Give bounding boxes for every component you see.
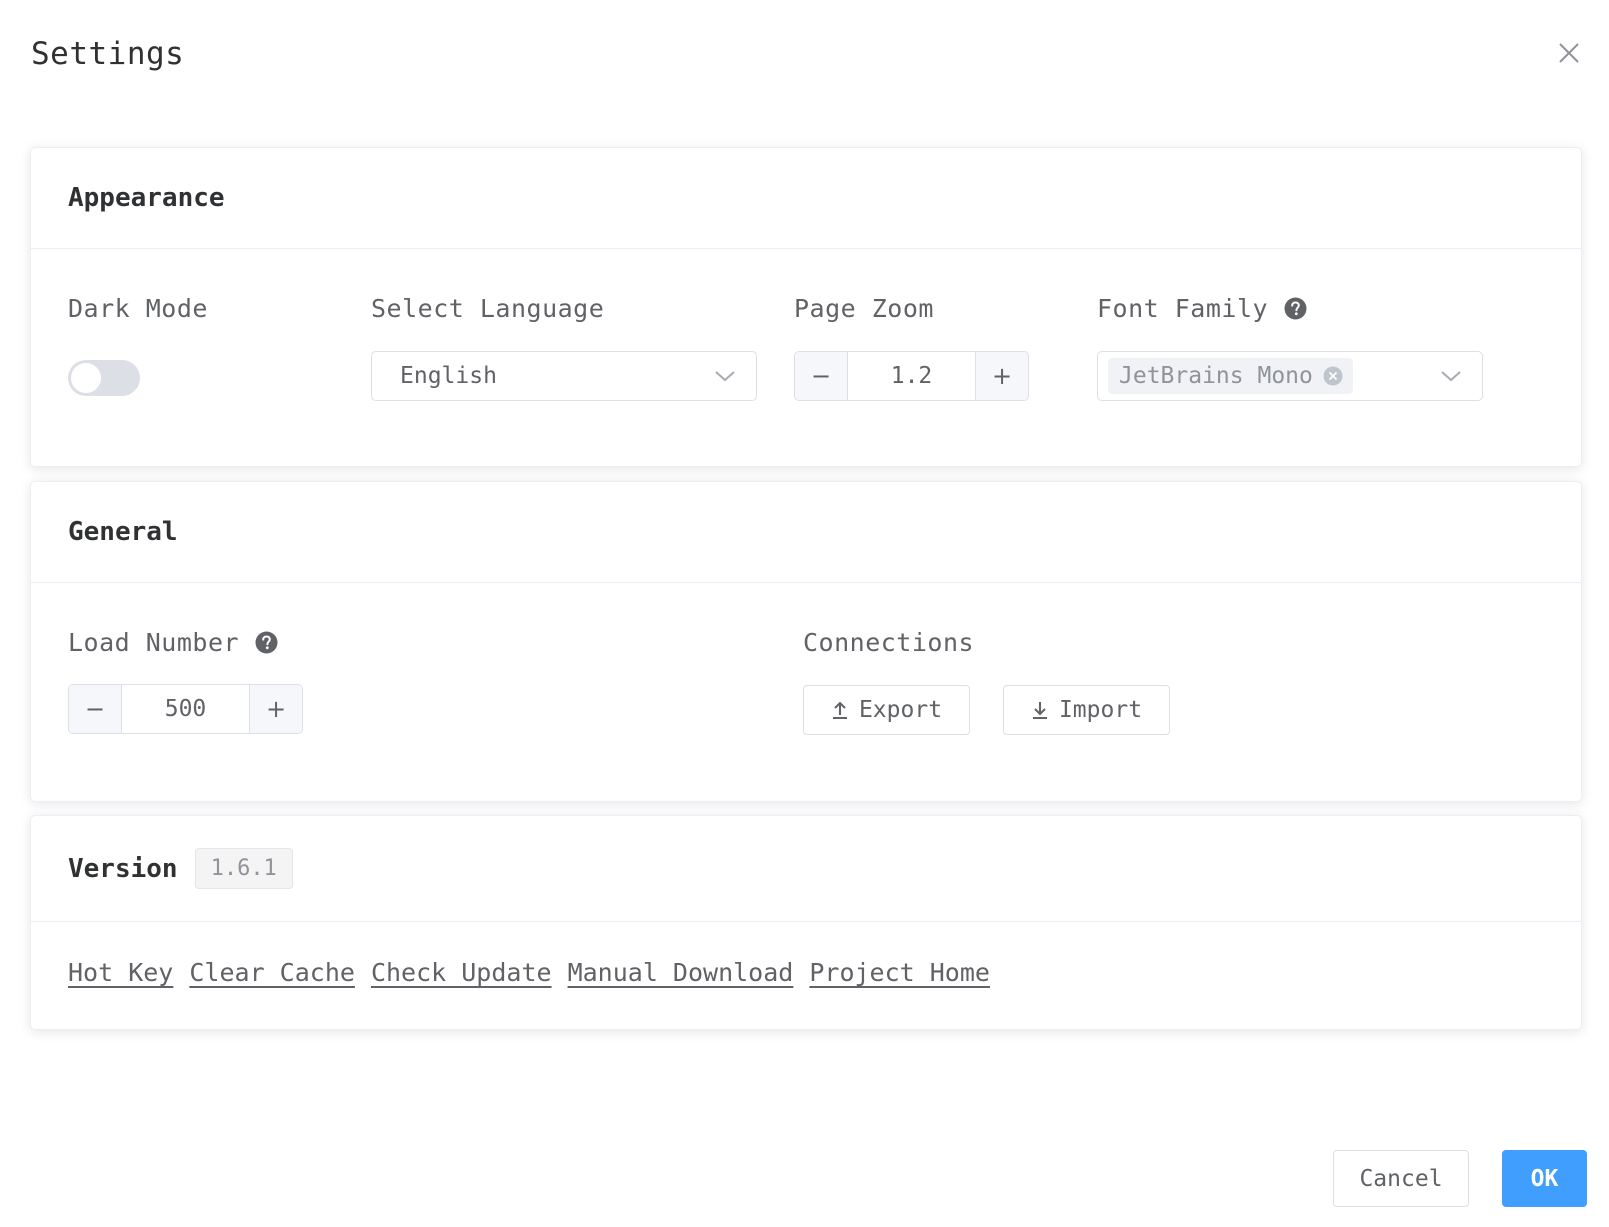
version-header: Version 1.6.1: [31, 816, 1581, 922]
version-card: Version 1.6.1 Hot Key Clear Cache Check …: [30, 815, 1582, 1030]
language-select[interactable]: English: [371, 351, 757, 401]
chevron-down-icon: [715, 371, 735, 382]
question-circle-icon[interactable]: [255, 631, 278, 654]
font-family-select[interactable]: JetBrains Mono: [1097, 351, 1483, 401]
export-label: Export: [858, 697, 943, 723]
import-label: Import: [1058, 697, 1143, 723]
load-number-label-text: Load Number: [68, 628, 240, 657]
font-family-label: Font Family: [1097, 294, 1307, 323]
import-button[interactable]: Import: [1003, 685, 1170, 735]
chevron-down-icon: [1441, 371, 1461, 382]
version-title: Version: [68, 853, 178, 884]
check-update-link[interactable]: Check Update: [371, 958, 552, 987]
download-icon: [1032, 702, 1047, 719]
font-family-tag-label: JetBrains Mono: [1119, 363, 1313, 389]
question-circle-icon[interactable]: [1284, 297, 1307, 320]
clear-cache-link[interactable]: Clear Cache: [189, 958, 355, 987]
page-zoom-label: Page Zoom: [794, 294, 934, 323]
version-links: Hot Key Clear Cache Check Update Manual …: [68, 958, 990, 987]
general-header: General: [31, 482, 1581, 583]
manual-download-link[interactable]: Manual Download: [568, 958, 794, 987]
page-zoom-value[interactable]: 1.2: [848, 352, 975, 400]
export-button[interactable]: Export: [803, 685, 970, 735]
hot-key-link[interactable]: Hot Key: [68, 958, 173, 987]
upload-icon: [832, 701, 847, 719]
language-label: Select Language: [371, 294, 605, 323]
appearance-card: Appearance Dark Mode Select Language Eng…: [30, 147, 1582, 467]
font-family-tag: JetBrains Mono: [1108, 358, 1353, 394]
cancel-button[interactable]: Cancel: [1333, 1150, 1469, 1207]
load-number-label: Load Number: [68, 628, 278, 657]
close-icon[interactable]: [1556, 40, 1582, 66]
load-number-increase-button[interactable]: +: [249, 685, 302, 733]
ok-button[interactable]: OK: [1502, 1150, 1587, 1207]
load-number-decrease-button[interactable]: −: [69, 685, 122, 733]
load-number-value[interactable]: 500: [122, 685, 249, 733]
connections-label: Connections: [803, 628, 975, 657]
language-value: English: [400, 363, 497, 389]
appearance-header: Appearance: [31, 148, 1581, 249]
dialog-title: Settings: [31, 36, 185, 72]
load-number-stepper: − 500 +: [68, 684, 303, 734]
dark-mode-switch[interactable]: [68, 360, 140, 396]
version-badge: 1.6.1: [194, 848, 293, 889]
page-zoom-stepper: − 1.2 +: [794, 351, 1029, 401]
page-zoom-decrease-button[interactable]: −: [795, 352, 848, 400]
settings-dialog: Settings Appearance Dark Mode Select Lan…: [0, 0, 1609, 1227]
project-home-link[interactable]: Project Home: [809, 958, 990, 987]
font-family-label-text: Font Family: [1097, 294, 1269, 323]
dark-mode-label: Dark Mode: [68, 294, 208, 323]
tag-close-icon[interactable]: [1323, 366, 1343, 386]
general-card: General Load Number − 500 + Connections: [30, 481, 1582, 802]
switch-knob: [71, 363, 101, 393]
page-zoom-increase-button[interactable]: +: [975, 352, 1028, 400]
